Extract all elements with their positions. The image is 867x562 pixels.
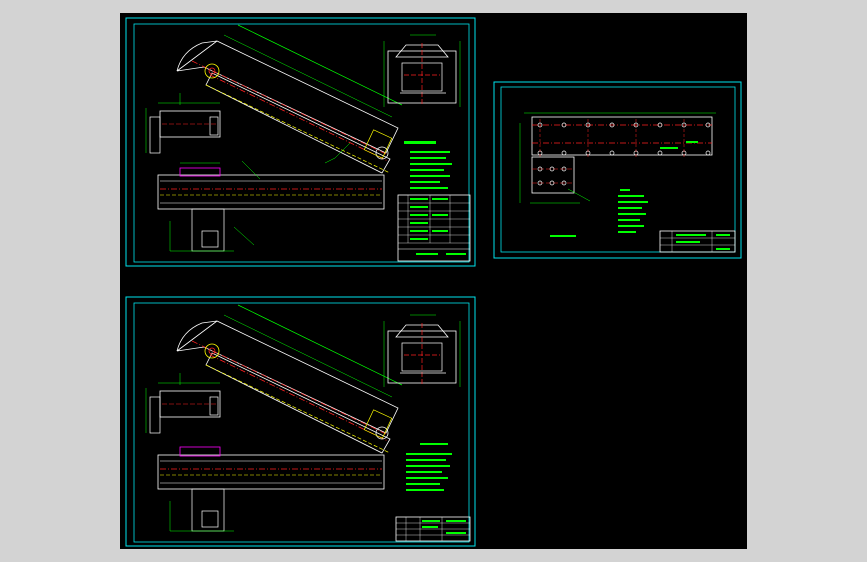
frame-leg-detail xyxy=(519,123,591,204)
plan-view xyxy=(157,446,385,532)
sheet-outer-border xyxy=(125,296,476,547)
end-view xyxy=(383,34,461,107)
sheet-inner-border xyxy=(133,302,470,543)
sheet-top-left[interactable] xyxy=(125,17,476,267)
sheet-outer-border xyxy=(493,81,742,259)
sheet-bottom-left[interactable] xyxy=(125,296,476,547)
side-section xyxy=(145,93,221,154)
frame-notes xyxy=(550,189,648,237)
side-section xyxy=(145,373,221,434)
parts-table xyxy=(397,194,471,262)
plan-view xyxy=(157,160,385,252)
title-block xyxy=(395,516,471,542)
technical-notes xyxy=(404,141,452,189)
technical-notes xyxy=(406,443,452,491)
inclined-conveyor xyxy=(176,304,403,454)
inclined-conveyor xyxy=(176,24,403,174)
frame-plan xyxy=(524,112,716,159)
sheet-inner-border xyxy=(500,86,736,253)
frame-title-block xyxy=(659,230,736,253)
sheet-right[interactable] xyxy=(493,81,742,259)
cad-drawing xyxy=(125,17,742,547)
end-view xyxy=(383,314,461,387)
cad-viewport[interactable] xyxy=(120,13,747,549)
